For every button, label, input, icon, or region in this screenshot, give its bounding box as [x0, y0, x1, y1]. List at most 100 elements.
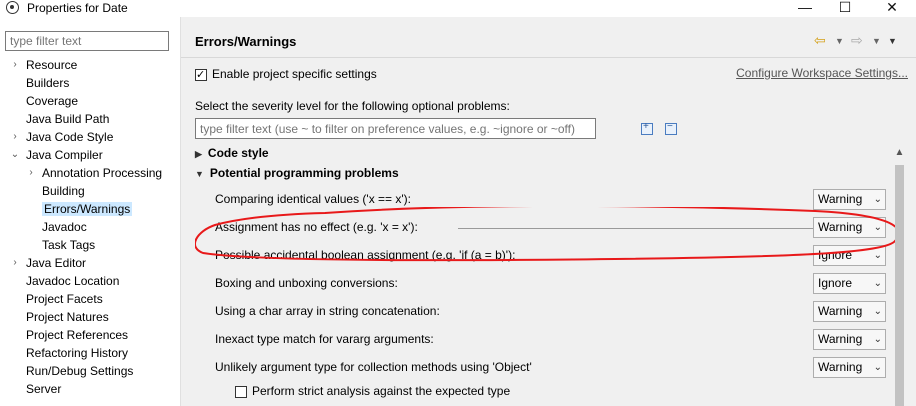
tree-item-label: Building — [42, 184, 85, 198]
option-label: Unlikely argument type for collection me… — [215, 360, 532, 374]
eclipse-app-icon — [6, 1, 19, 14]
tree-item-label: Errors/Warnings — [42, 202, 133, 216]
scroll-thumb[interactable] — [895, 165, 904, 406]
maximize-button[interactable]: ☐ — [833, 0, 857, 16]
back-arrow-icon[interactable]: ⇦ — [814, 32, 826, 49]
title-bar: Properties for Date — ☐ ✕ — [0, 0, 916, 17]
chevron-down-icon[interactable]: ⌄ — [874, 274, 882, 293]
configure-workspace-link[interactable]: Configure Workspace Settings... — [736, 66, 908, 80]
header-divider — [181, 57, 916, 58]
severity-select[interactable]: Ignore ⌄ — [813, 273, 886, 294]
tree-item-task-tags[interactable]: Task Tags — [26, 236, 95, 254]
tree-item-label: Project Facets — [26, 292, 103, 306]
chevron-down-icon[interactable]: ⌄ — [874, 358, 882, 377]
tree-item-server[interactable]: Server — [10, 380, 61, 398]
tree-item-project-references[interactable]: Project References — [10, 326, 128, 344]
tree-chevron-icon[interactable]: › — [26, 164, 36, 182]
tree-item-label: Annotation Processing — [42, 166, 163, 180]
tree-item-label: Java Build Path — [26, 112, 110, 126]
tree-item-label: Task Tags — [42, 238, 96, 252]
tree-item-label: Java Editor — [26, 256, 87, 270]
severity-select[interactable]: Warning ⌄ — [813, 357, 886, 378]
close-button[interactable]: ✕ — [880, 0, 904, 16]
severity-value: Warning — [818, 360, 863, 374]
enable-checkbox[interactable] — [195, 67, 207, 83]
forward-arrow-icon[interactable]: ⇨ — [851, 32, 863, 49]
tree-item-run-debug-settings[interactable]: Run/Debug Settings — [10, 362, 133, 380]
option-label: Comparing identical values ('x == x'): — [215, 192, 412, 206]
collapse-all-icon[interactable]: − — [665, 121, 677, 135]
red-hand-drawn-ellipse-annotation — [195, 207, 895, 262]
tree-item-label: Java Code Style — [26, 130, 114, 144]
tree-item-java-compiler[interactable]: ⌄ Java Compiler — [10, 146, 103, 164]
severity-value: Warning — [818, 192, 863, 206]
option-label: Boxing and unboxing conversions: — [215, 276, 398, 290]
strict-analysis-label: Perform strict analysis against the expe… — [252, 384, 511, 398]
tree-item-label: Server — [26, 382, 62, 396]
option-row: Unlikely argument type for collection me… — [215, 357, 895, 379]
tree-chevron-icon[interactable]: › — [10, 128, 20, 146]
tree-item-refactoring-history[interactable]: Refactoring History — [10, 344, 128, 362]
strict-analysis-checkbox[interactable] — [235, 385, 247, 398]
option-row: Boxing and unboxing conversions: Ignore ⌄ — [215, 273, 895, 295]
tree-item-javadoc-location[interactable]: Javadoc Location — [10, 272, 119, 290]
view-menu-icon[interactable]: ▼ — [888, 36, 897, 46]
tree-item-label: Java Compiler — [26, 148, 103, 162]
nav-filter-input[interactable] — [5, 31, 169, 51]
back-dropdown-icon[interactable]: ▼ — [835, 36, 844, 46]
severity-value: Warning — [818, 304, 863, 318]
expand-all-icon[interactable]: + — [641, 121, 653, 135]
tree-item-project-facets[interactable]: Project Facets — [10, 290, 103, 308]
severity-select[interactable]: Warning ⌄ — [813, 301, 886, 322]
tree-item-java-build-path[interactable]: Java Build Path — [10, 110, 109, 128]
page-title: Errors/Warnings — [195, 34, 297, 49]
severity-instruction: Select the severity level for the follow… — [195, 99, 510, 113]
tree-item-label: Javadoc Location — [26, 274, 120, 288]
errors-warnings-page: Errors/Warnings ⇦ ▼ ⇨ ▼ ▼ Enable project… — [181, 17, 916, 406]
tree-item-builders[interactable]: Builders — [10, 74, 69, 92]
tree-item-java-editor[interactable]: › Java Editor — [10, 254, 86, 272]
tree-chevron-icon[interactable]: › — [10, 254, 20, 272]
forward-dropdown-icon[interactable]: ▼ — [872, 36, 881, 46]
option-label: Using a char array in string concatenati… — [215, 304, 440, 318]
tree-item-resource[interactable]: › Resource — [10, 56, 77, 74]
minimize-button[interactable]: — — [793, 0, 817, 15]
option-row: Inexact type match for vararg arguments:… — [215, 329, 895, 351]
tree-item-label: Coverage — [26, 94, 79, 108]
section-potential-programming-problems[interactable]: ▼ Potential programming problems — [195, 165, 399, 181]
chevron-down-icon[interactable]: ⌄ — [874, 330, 882, 349]
enable-project-settings[interactable]: Enable project specific settings — [195, 66, 377, 83]
expanded-caret-icon: ▼ — [195, 169, 204, 179]
collapsed-caret-icon: ▶ — [195, 149, 202, 159]
preference-filter-input[interactable] — [195, 118, 596, 139]
tree-item-label: Project Natures — [26, 310, 109, 324]
chevron-down-icon[interactable]: ⌄ — [874, 302, 882, 321]
tree-chevron-icon[interactable]: › — [10, 56, 20, 74]
option-label: Inexact type match for vararg arguments: — [215, 332, 434, 346]
enable-label: Enable project specific settings — [212, 67, 377, 81]
option-row: Using a char array in string concatenati… — [215, 301, 895, 323]
tree-item-label: Javadoc — [42, 220, 87, 234]
vertical-scrollbar[interactable]: ▲ — [891, 145, 908, 406]
tree-item-label: Refactoring History — [26, 346, 129, 360]
window-title: Properties for Date — [27, 1, 128, 15]
tree-item-label: Resource — [26, 58, 78, 72]
tree-item-label: Project References — [26, 328, 129, 342]
tree-chevron-icon[interactable]: ⌄ — [10, 146, 20, 164]
tree-item-label: Run/Debug Settings — [26, 364, 134, 378]
tree-item-project-natures[interactable]: Project Natures — [10, 308, 109, 326]
tree-item-coverage[interactable]: Coverage — [10, 92, 78, 110]
severity-value: Ignore — [818, 276, 853, 290]
scroll-up-icon[interactable]: ▲ — [891, 147, 908, 158]
preferences-nav-panel: › Resource Builders Coverage Java Build Path… — [0, 28, 180, 406]
severity-select[interactable]: Warning ⌄ — [813, 329, 886, 350]
severity-value: Warning — [818, 332, 863, 346]
strict-analysis-option[interactable]: Perform strict analysis against the expe… — [235, 383, 510, 399]
section-code-style[interactable]: ▶ Code style — [195, 145, 269, 161]
tree-item-building[interactable]: Building — [26, 182, 85, 200]
tree-item-javadoc[interactable]: Javadoc — [26, 218, 87, 236]
tree-item-annotation-processing[interactable]: › Annotation Processing — [26, 164, 162, 182]
tree-item-errors-warnings[interactable]: Errors/Warnings — [26, 200, 133, 218]
tree-item-java-code-style[interactable]: › Java Code Style — [10, 128, 113, 146]
tree-item-label: Builders — [26, 76, 70, 90]
